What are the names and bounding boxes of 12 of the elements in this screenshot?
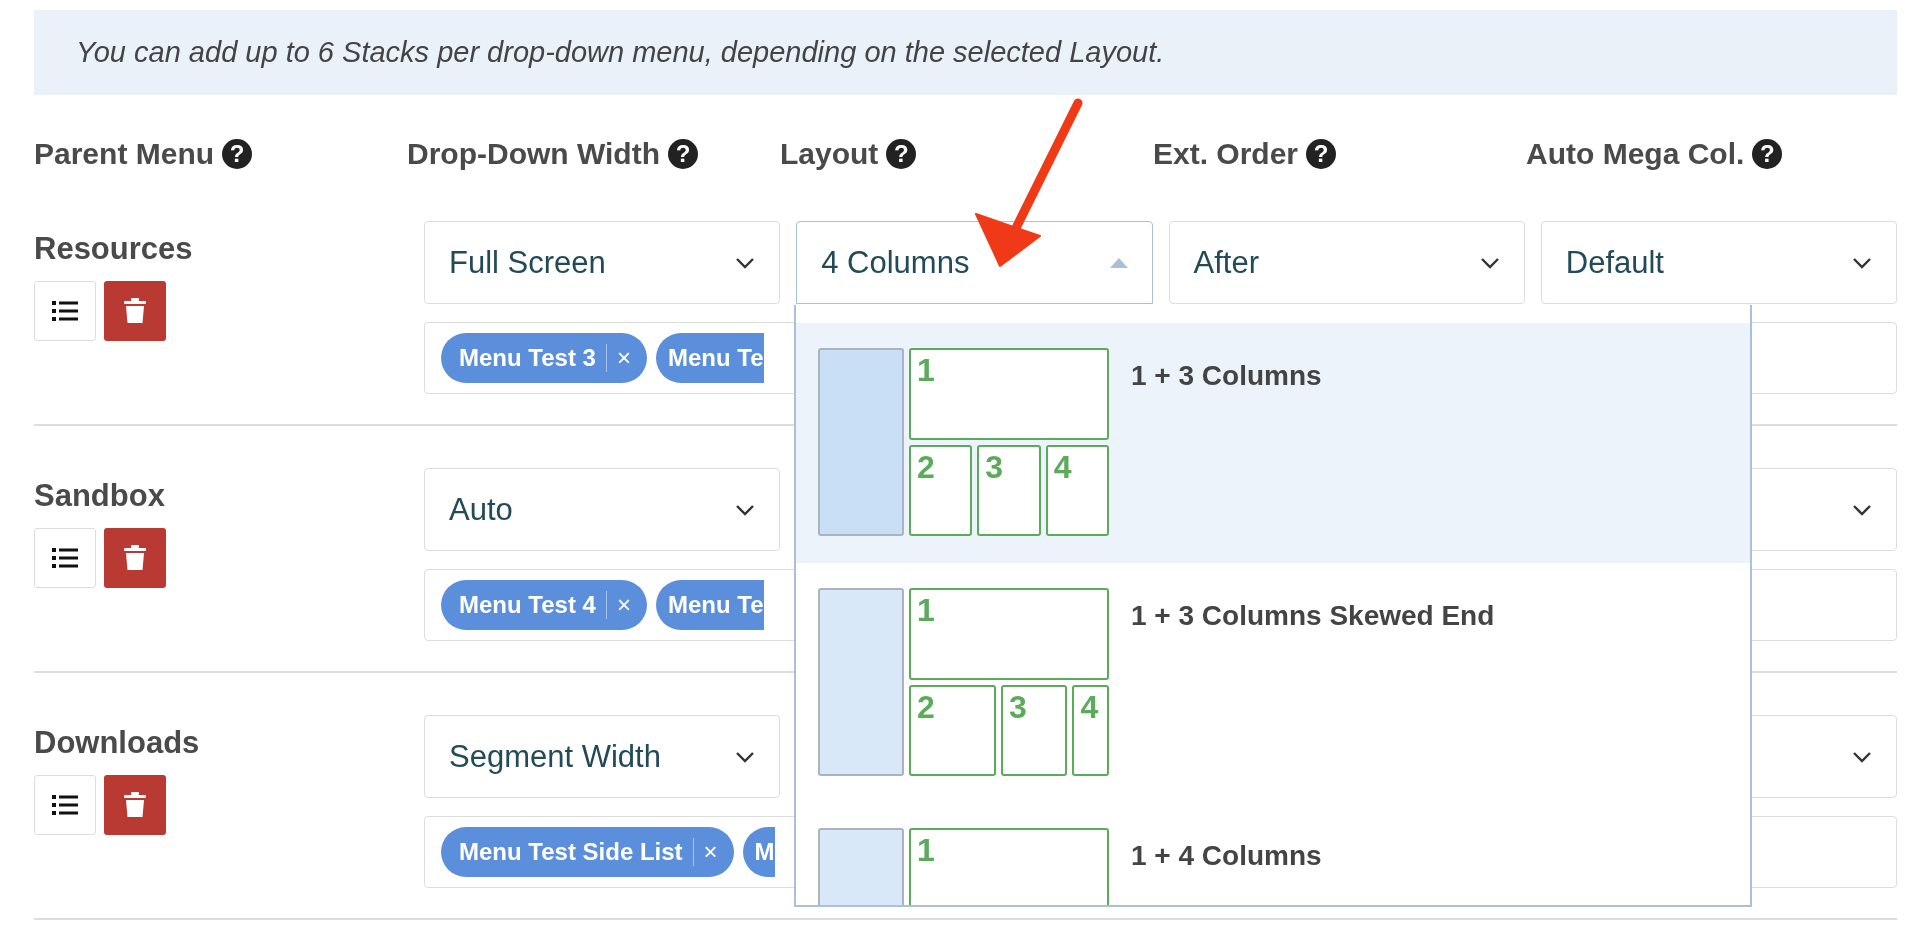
layout-preview-drawing: 1 bbox=[818, 828, 1109, 905]
column-label: Drop-Down Width bbox=[407, 137, 660, 171]
layout-preview-drawing: 1 2 3 4 bbox=[818, 588, 1109, 778]
layout-preview-drawing: 1 2 3 4 bbox=[818, 348, 1109, 538]
menu-name: Sandbox bbox=[34, 478, 165, 514]
menu-name: Downloads bbox=[34, 725, 200, 761]
column-label: Auto Mega Col. bbox=[1526, 137, 1745, 171]
notice-text: You can add up to 6 Stacks per drop-down menu, depending on the selected Layout. bbox=[76, 36, 1165, 69]
menu-name: Resources bbox=[34, 231, 193, 267]
column-label: Parent Menu bbox=[34, 137, 215, 171]
column-label: Layout bbox=[780, 137, 879, 171]
column-label: Ext. Order bbox=[1153, 137, 1299, 171]
